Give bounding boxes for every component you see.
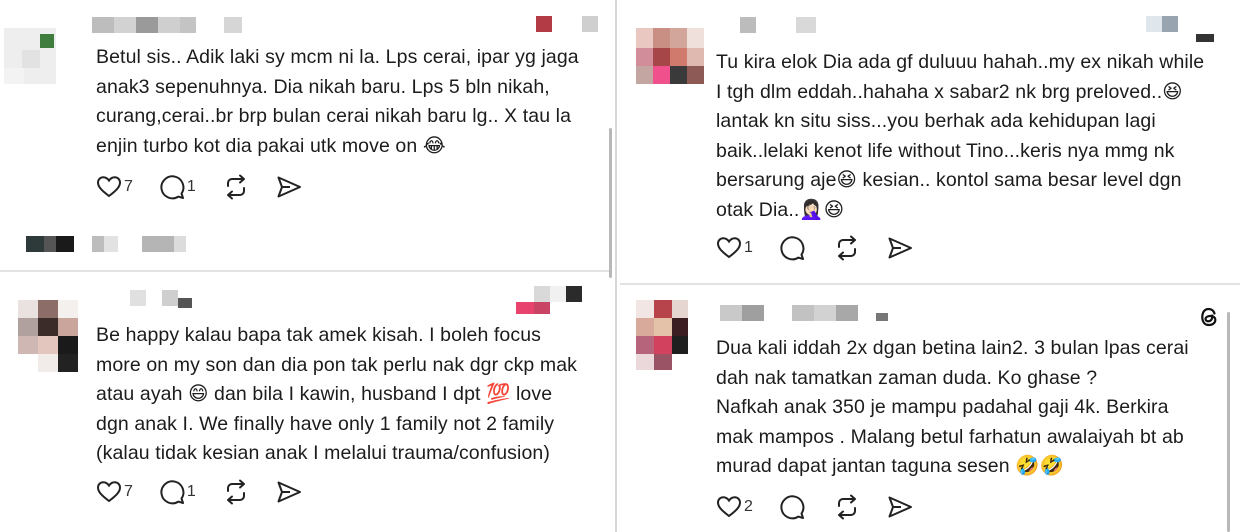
like-button[interactable]: 1: [716, 236, 753, 260]
more-options-blurred[interactable]: [1146, 16, 1178, 32]
repost-button[interactable]: [833, 494, 861, 520]
avatar[interactable]: [636, 300, 688, 370]
reply-button[interactable]: [779, 494, 807, 520]
like-button[interactable]: 7: [96, 480, 133, 504]
like-count: 2: [744, 498, 753, 515]
post-body: Tu kira elok Dia ada gf duluuu hahah..my…: [716, 51, 1205, 221]
repost-button[interactable]: [222, 174, 250, 200]
heart-icon: [716, 496, 742, 518]
action-bar: 7 1: [96, 172, 328, 202]
repost-button[interactable]: [222, 479, 250, 505]
avatar[interactable]: [636, 28, 704, 84]
like-button[interactable]: 7: [96, 175, 133, 199]
comment-icon: [780, 495, 805, 520]
share-button[interactable]: [276, 480, 302, 504]
avatar[interactable]: [4, 28, 56, 84]
vertical-divider: [615, 0, 617, 532]
action-bar: 7 1: [96, 477, 328, 507]
like-count: 1: [744, 239, 753, 256]
next-username-blurred[interactable]: [26, 236, 186, 252]
comment-icon: [160, 175, 185, 200]
comment-icon: [780, 236, 805, 261]
repost-icon: [837, 235, 856, 261]
share-icon: [888, 496, 912, 518]
threads-logo-icon[interactable]: [1197, 304, 1221, 335]
reply-button[interactable]: 1: [159, 479, 196, 505]
heart-icon: [96, 176, 122, 198]
repost-button[interactable]: [833, 235, 861, 261]
reply-button[interactable]: [779, 235, 807, 261]
heart-icon: [716, 237, 742, 259]
more-options-blurred-2[interactable]: [516, 302, 550, 318]
heart-icon: [96, 481, 122, 503]
action-bar: 2: [716, 492, 939, 522]
repost-icon: [226, 479, 245, 505]
like-count: 7: [124, 483, 133, 500]
share-button[interactable]: [887, 495, 913, 519]
more-options-blurred[interactable]: [536, 16, 598, 32]
reply-count: 1: [186, 178, 196, 195]
reply-button[interactable]: 1: [159, 174, 196, 200]
username-blurred[interactable]: [740, 17, 816, 33]
username-blurred[interactable]: [130, 290, 192, 308]
post-body: Betul sis.. Adik laki sy mcm ni la. Lps …: [96, 46, 579, 157]
horizontal-divider: [0, 270, 612, 272]
share-icon: [277, 481, 301, 503]
post-body: Dua kali iddah 2x dgan betina lain2. 3 b…: [716, 337, 1189, 477]
share-button[interactable]: [887, 236, 913, 260]
username-blurred[interactable]: [92, 17, 242, 33]
more-options-blurred[interactable]: [516, 286, 582, 302]
avatar[interactable]: [18, 300, 78, 372]
post-body: Be happy kalau bapa tak amek kisah. I bo…: [96, 324, 578, 464]
action-bar: 1: [716, 233, 939, 263]
reply-count: 1: [186, 483, 196, 500]
share-icon: [277, 176, 301, 198]
repost-icon: [837, 494, 856, 520]
comment-icon: [160, 480, 185, 505]
like-button[interactable]: 2: [716, 495, 753, 519]
horizontal-divider-right: [620, 283, 1240, 285]
share-button[interactable]: [276, 175, 302, 199]
username-blurred[interactable]: [720, 305, 888, 321]
like-count: 7: [124, 178, 133, 195]
repost-icon: [226, 174, 245, 200]
share-icon: [888, 237, 912, 259]
